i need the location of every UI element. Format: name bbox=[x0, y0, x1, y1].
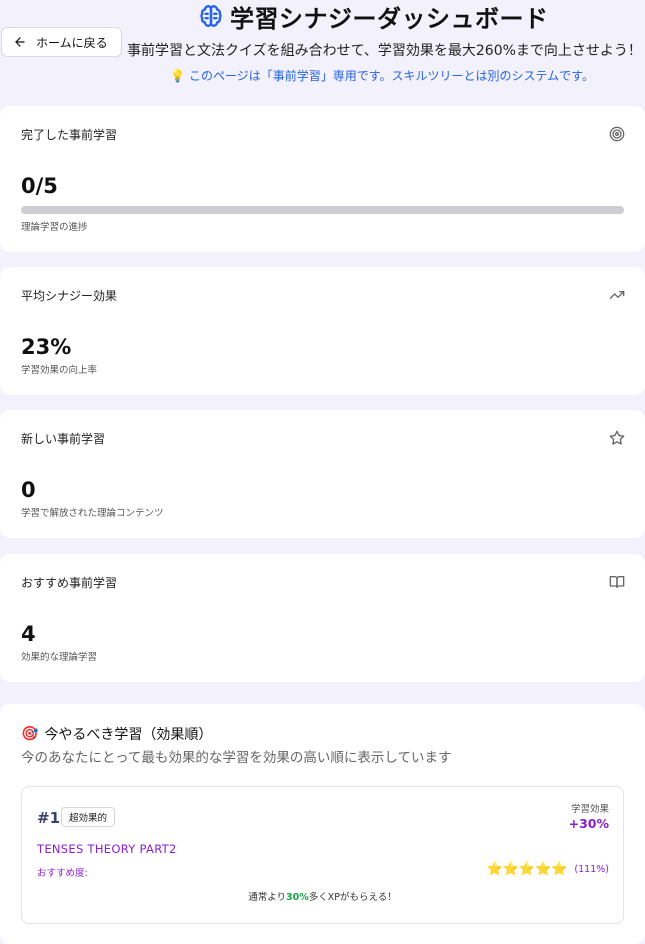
stat-value: 0 bbox=[21, 478, 36, 502]
stat-card-synergy: 平均シナジー効果 23% 学習効果の向上率 bbox=[0, 267, 645, 395]
page-title-row: 学習シナジーダッシュボード bbox=[198, 0, 549, 33]
stat-title: 完了した事前学習 bbox=[21, 128, 118, 142]
recommendation-heading: 🎯 今やるべき学習（効果順） bbox=[21, 724, 212, 744]
effect-label: 学習効果 bbox=[570, 804, 609, 815]
recommendation-item[interactable]: #1 超効果的 学習効果 +30% TENSES THEORY PART2 おす… bbox=[21, 786, 624, 924]
trending-up-icon bbox=[609, 291, 625, 299]
stat-title: 平均シナジー効果 bbox=[21, 289, 118, 303]
stat-value: 0/5 bbox=[21, 174, 58, 198]
lesson-name-link[interactable]: TENSES THEORY PART2 bbox=[37, 842, 177, 856]
xp-prefix: 通常より bbox=[248, 892, 287, 903]
recommend-level-label: おすすめ度: bbox=[37, 868, 88, 879]
stat-title: 新しい事前学習 bbox=[21, 432, 106, 446]
xp-suffix: 多くXPがもらえる！ bbox=[308, 892, 397, 903]
recommendation-title: 今やるべき学習（効果順） bbox=[44, 727, 213, 743]
recommend-rating: ⭐⭐⭐⭐⭐ (111%) bbox=[486, 863, 609, 876]
stat-caption: 効果的な理論学習 bbox=[21, 652, 98, 663]
info-tip-text: このページは「事前学習」専用です。スキルツリーとは別のシステムです。 bbox=[188, 69, 594, 83]
stat-caption: 学習で解放された理論コンテンツ bbox=[21, 508, 164, 519]
xp-highlight: 30% bbox=[286, 892, 309, 903]
lightbulb-icon: 💡 bbox=[170, 68, 185, 83]
target-icon bbox=[609, 126, 625, 142]
stat-card-recommended: おすすめ事前学習 4 効果的な理論学習 bbox=[0, 554, 645, 682]
back-home-button[interactable]: ホームに戻る bbox=[1, 27, 122, 57]
stat-value: 4 bbox=[21, 622, 36, 646]
page-title: 学習シナジーダッシュボード bbox=[230, 4, 549, 33]
back-home-label: ホームに戻る bbox=[36, 35, 108, 50]
stat-value: 23% bbox=[21, 335, 72, 359]
recommendation-section: 🎯 今やるべき学習（効果順） 今のあなたにとって最も効果的な学習を効果の高い順に… bbox=[0, 704, 645, 944]
brain-icon bbox=[200, 5, 222, 27]
stat-title: おすすめ事前学習 bbox=[21, 576, 118, 590]
rating-percent: (111%) bbox=[574, 864, 609, 875]
info-tip: 💡 このページは「事前学習」専用です。スキルツリーとは別のシステムです。 bbox=[170, 67, 594, 84]
effect-value: +30% bbox=[568, 816, 609, 831]
stat-card-new: 新しい事前学習 0 学習で解放された理論コンテンツ bbox=[0, 410, 645, 538]
progress-bar bbox=[21, 206, 624, 214]
stat-caption: 理論学習の進捗 bbox=[21, 222, 88, 233]
recommendation-description: 今のあなたにとって最も効果的な学習を効果の高い順に表示しています bbox=[21, 750, 452, 766]
stat-caption: 学習効果の向上率 bbox=[21, 365, 98, 376]
rank-label: #1 bbox=[37, 809, 61, 827]
effect-badge: 超効果的 bbox=[61, 807, 116, 827]
page-header: ホームに戻る 学習シナジーダッシュボード 事前学習と文法クイズを組み合わせて、学… bbox=[0, 0, 645, 100]
star-rating-icons: ⭐⭐⭐⭐⭐ bbox=[486, 862, 568, 877]
xp-bonus-text: 通常より30%多くXPがもらえる！ bbox=[22, 889, 623, 903]
page-subtitle: 事前学習と文法クイズを組み合わせて、学習効果を最大260%まで向上させよう！ bbox=[127, 43, 642, 59]
star-icon bbox=[609, 430, 625, 445]
stat-card-completed: 完了した事前学習 0/5 理論学習の進捗 bbox=[0, 106, 645, 252]
target-emoji-icon: 🎯 bbox=[21, 726, 39, 742]
book-open-icon bbox=[609, 576, 625, 588]
arrow-left-icon bbox=[15, 37, 25, 47]
